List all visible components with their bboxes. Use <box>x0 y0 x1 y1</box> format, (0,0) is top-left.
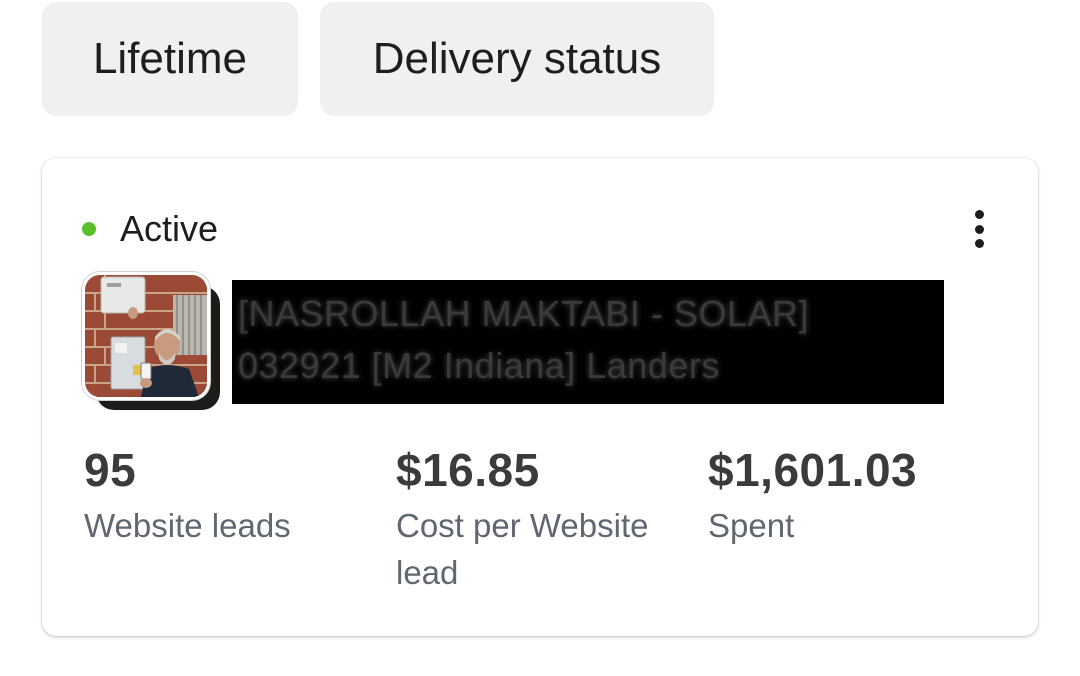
status-label: Active <box>120 208 219 249</box>
metric-label: Cost per Website lead <box>396 507 649 591</box>
ad-name-line-2: 032921 [M2 Indiana] Landers <box>238 345 720 386</box>
metric-label: Spent <box>708 507 795 544</box>
delivery-status-filter-button[interactable]: Delivery status <box>320 2 714 116</box>
status-dot-icon <box>82 222 96 236</box>
more-options-icon[interactable] <box>964 206 994 252</box>
metric-spent: $1,601.03 Spent <box>708 440 1008 549</box>
metric-website-leads: 95 Website leads <box>84 440 384 549</box>
metric-value: $1,601.03 <box>708 444 918 496</box>
metric-label: Website leads <box>84 507 291 544</box>
ad-name-redacted[interactable]: [NASROLLAH MAKTABI - SOLAR] 032921 [M2 I… <box>232 280 944 404</box>
ad-thumbnail <box>82 272 222 412</box>
metric-value: $16.85 <box>396 444 540 496</box>
lifetime-filter-button[interactable]: Lifetime <box>42 2 298 116</box>
ad-name-line-1: [NASROLLAH MAKTABI - SOLAR] <box>238 293 809 334</box>
metric-value: 95 <box>84 444 137 496</box>
metric-cost-per-lead: $16.85 Cost per Website lead <box>396 440 686 596</box>
ad-thumbnail-image <box>82 272 210 400</box>
filter-bar: Lifetime Delivery status <box>42 2 714 116</box>
ad-card[interactable]: Active [NASROLLAH MAKTABI - SOLAR] 03292… <box>42 158 1038 636</box>
status-row: Active <box>82 208 218 250</box>
